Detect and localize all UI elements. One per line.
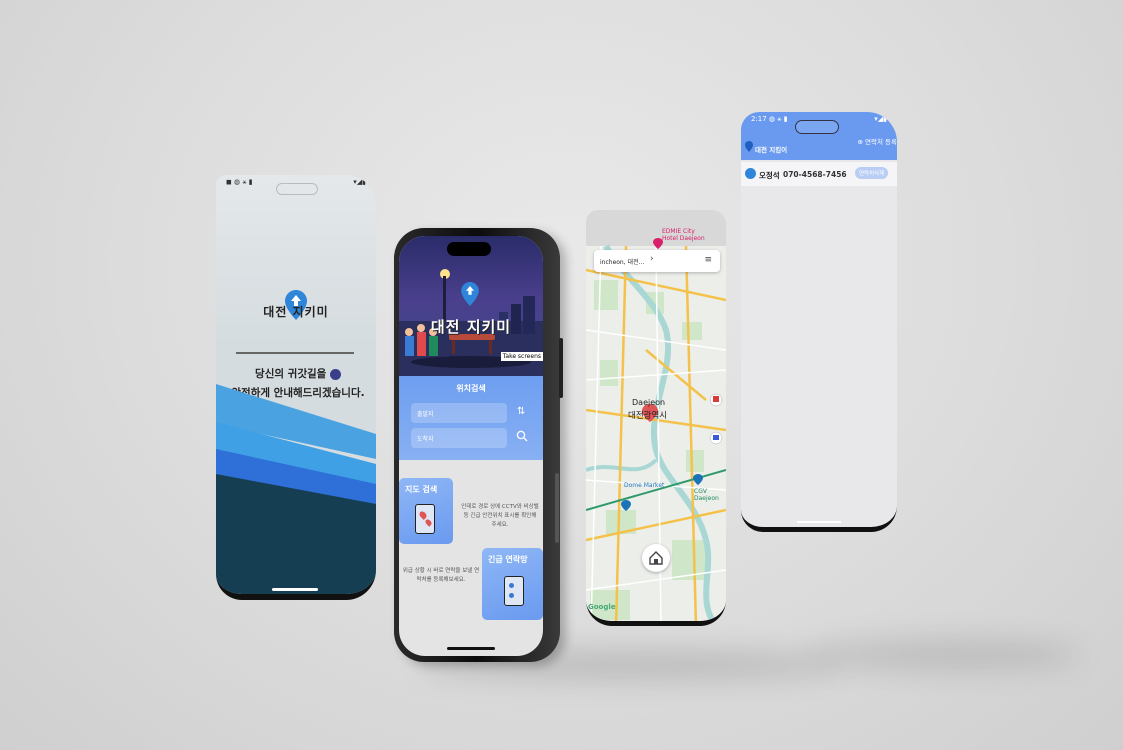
emergency-card-title: 긴급 연락망 <box>488 555 528 564</box>
contact-name: 오정석 <box>759 171 780 180</box>
contacts-screen: 2:17 ◍ ⚹ ▮ ▾◢▮ 대전 지킴이 ⊕ 연락처 등록 오정석 070-4… <box>741 112 897 532</box>
emergency-card-description: 위급 상황 시 바로 연락을 보낼 연락처를 등록해보세요. <box>402 568 480 583</box>
hero-title: 대전 지키미 <box>430 318 512 336</box>
search-icon[interactable] <box>516 430 528 442</box>
poi-label-market[interactable]: Dome Market <box>624 482 664 489</box>
city-name-ko: 대전광역시 <box>628 411 668 421</box>
home-indicator <box>272 588 318 591</box>
google-attribution: Google <box>588 603 616 611</box>
status-icons-right: ▾◢▮ <box>353 178 366 186</box>
map-search-text: incheon, 대전... <box>600 259 645 266</box>
status-icons-right: ▾◢▮ <box>874 115 887 123</box>
location-pin-icon <box>745 141 753 152</box>
map-card-description: 인데로 경로 상에 CCTV와 비상벨 등 긴급 안전위치 표시를 확인해 주세… <box>461 504 539 528</box>
dynamic-island <box>447 242 491 256</box>
hotel-label-line1: EDMIE City <box>662 228 695 235</box>
floor-shadow <box>810 640 1080 670</box>
delete-contact-button[interactable]: 연락처삭제 <box>855 167 889 179</box>
user-icon <box>745 168 756 179</box>
map-screen: EDMIE City Hotel Daejeon incheon, 대전... … <box>586 210 726 626</box>
app-header: 2:17 ◍ ⚹ ▮ ▾◢▮ 대전 지킴이 ⊕ 연락처 등록 <box>741 112 897 160</box>
location-pin-icon <box>461 282 479 306</box>
location-search-panel: 위치검색 출발지 도착지 ⇅ <box>399 376 543 460</box>
hotel-label: EDMIE City Hotel Daejeon <box>662 228 705 242</box>
side-button <box>555 473 559 543</box>
map-search-card[interactable]: 지도 검색 <box>399 478 453 544</box>
map-card-title: 지도 검색 <box>405 485 438 494</box>
origin-input[interactable]: 출발지 <box>411 403 507 423</box>
wave-decoration <box>216 384 376 594</box>
splash-screen: ◼ ◍ ⚹ ▮ ▾◢▮ 대전 지키미 당신의 귀갓길을 안전하게 안내해드리겠습… <box>216 175 376 600</box>
city-name-en: Daejeon <box>632 398 666 407</box>
menu-icon[interactable]: ≡ <box>704 255 712 265</box>
app-title: 대전 지킴이 <box>755 146 788 154</box>
home-button[interactable] <box>642 544 670 572</box>
map-search-bar[interactable]: incheon, 대전... › ≡ <box>594 250 720 272</box>
phone-contacts-icon <box>504 576 524 606</box>
home-indicator <box>447 647 495 650</box>
swap-icon[interactable]: ⇅ <box>517 406 525 417</box>
phone-map-icon <box>415 504 435 534</box>
hero-banner: 대전 지키미 Take screens <box>399 236 543 376</box>
app-title: 대전 지키미 <box>263 305 329 319</box>
status-icons-left: ◼ ◍ ⚹ ▮ <box>226 178 253 186</box>
search-title: 위치검색 <box>456 384 486 393</box>
main-screen: 대전 지키미 Take screens 위치검색 출발지 도착지 ⇅ 지도 검색… <box>399 236 543 656</box>
screenshot-tag[interactable]: Take screens <box>500 352 543 361</box>
camera-notch <box>276 183 318 195</box>
mockup-stage: ◼ ◍ ⚹ ▮ ▾◢▮ 대전 지키미 당신의 귀갓길을 안전하게 안내해드리겠습… <box>0 0 1123 750</box>
home-icon <box>649 551 663 565</box>
poi-label-cgv[interactable]: CGV Daejeon <box>694 488 726 502</box>
home-indicator <box>797 521 841 523</box>
divider <box>236 352 354 354</box>
camera-notch <box>795 120 839 134</box>
add-contact-button[interactable]: ⊕ 연락처 등록 <box>858 136 897 146</box>
hotel-label-line2: Hotel Daejeon <box>662 235 705 242</box>
emergency-contact-card[interactable]: 긴급 연락망 <box>482 548 543 620</box>
chevron-right-icon[interactable]: › <box>650 254 654 264</box>
status-icons-left: 2:17 ◍ ⚹ ▮ <box>751 115 788 123</box>
destination-input[interactable]: 도착지 <box>411 428 507 448</box>
side-button <box>559 338 563 398</box>
contact-row[interactable]: 오정석 070-4568-7456 연락처삭제 <box>741 162 897 186</box>
contact-phone: 070-4568-7456 <box>783 170 847 179</box>
